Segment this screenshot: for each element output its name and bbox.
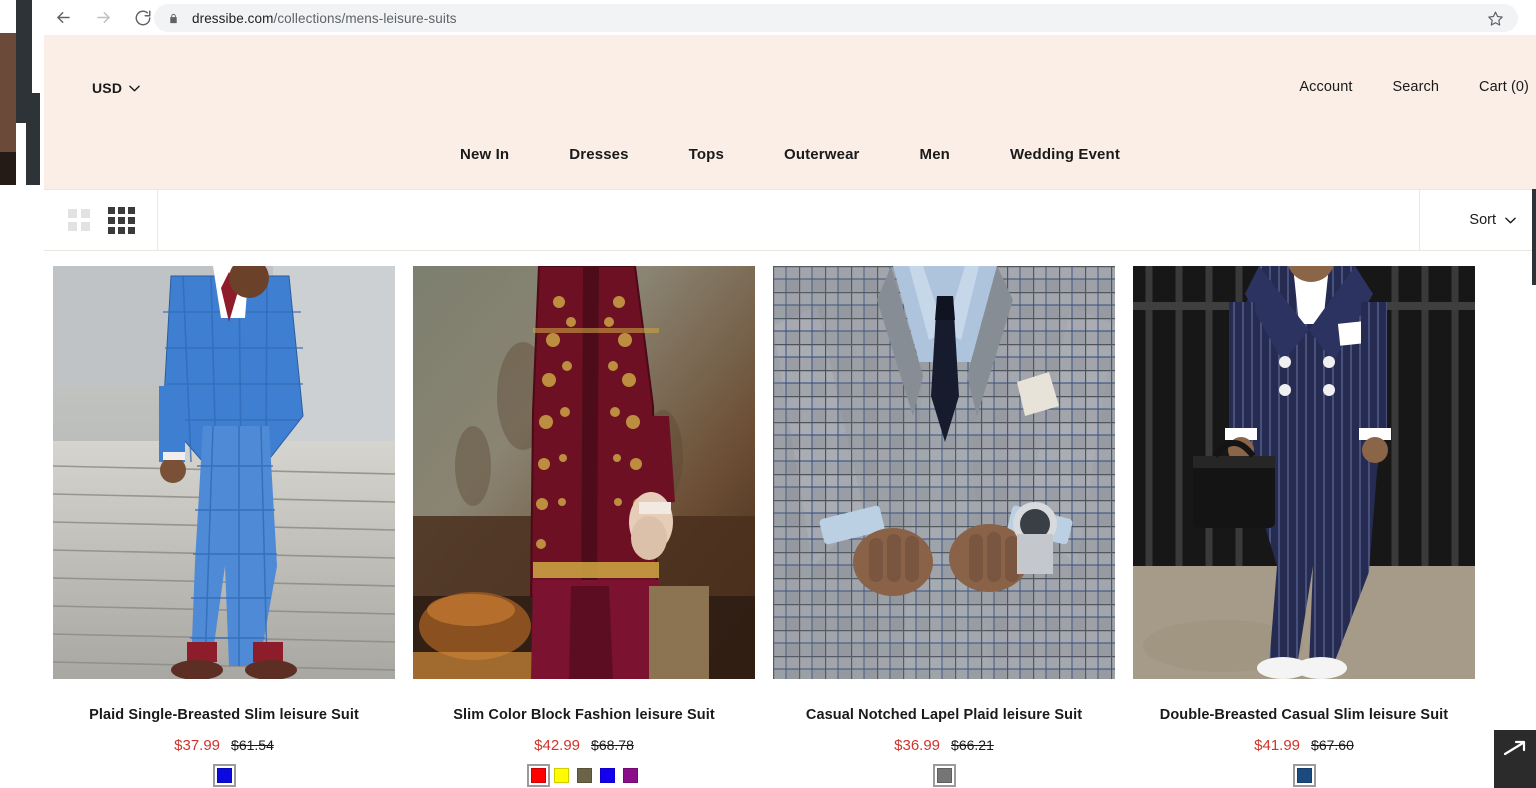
nav-item-dresses[interactable]: Dresses: [539, 146, 658, 163]
forward-button[interactable]: [92, 7, 114, 29]
product-title[interactable]: Double-Breasted Casual Slim leisure Suit: [1160, 707, 1448, 723]
page-scrollbar[interactable]: [1532, 189, 1536, 285]
header-utility-links: Account Search Cart (0): [1299, 79, 1529, 95]
nav-item-men[interactable]: Men: [890, 146, 980, 163]
scroll-to-top-button[interactable]: [1494, 730, 1536, 788]
sale-price: $41.99: [1254, 737, 1301, 754]
compare-price: $61.54: [231, 737, 274, 753]
reload-button[interactable]: [132, 7, 154, 29]
product-image[interactable]: [773, 266, 1115, 679]
artifact-block-b: [16, 93, 40, 123]
nav-item-wedding-event[interactable]: Wedding Event: [980, 146, 1150, 163]
color-swatches: [1292, 764, 1316, 787]
sale-price: $37.99: [174, 737, 221, 754]
product-image[interactable]: [1133, 266, 1475, 679]
url-text: dressibe.com/collections/mens-leisure-su…: [192, 11, 457, 26]
artifact-photo-sliver-dark: [0, 152, 16, 185]
color-swatches: [932, 764, 956, 787]
sort-label: Sort: [1469, 212, 1496, 228]
cart-link[interactable]: Cart (0): [1479, 79, 1529, 95]
sale-price: $42.99: [534, 737, 581, 754]
chevron-down-icon: [1505, 217, 1516, 224]
product-card[interactable]: Casual Notched Lapel Plaid leisure Suit …: [764, 266, 1124, 787]
left-edge-overlay-artifact: [0, 0, 44, 230]
color-swatches: [212, 764, 236, 787]
nav-item-tops[interactable]: Tops: [659, 146, 754, 163]
product-prices: $37.99 $61.54: [174, 737, 274, 754]
artifact-block-a: [16, 0, 32, 93]
product-card[interactable]: Slim Color Block Fashion leisure Suit $4…: [404, 266, 764, 787]
product-title[interactable]: Plaid Single-Breasted Slim leisure Suit: [89, 707, 359, 723]
back-button[interactable]: [52, 7, 74, 29]
color-swatch[interactable]: [932, 764, 956, 787]
bookmark-star-icon[interactable]: [1487, 10, 1504, 27]
url-path: /collections/mens-leisure-suits: [273, 10, 457, 26]
compare-price: $68.78: [591, 737, 634, 753]
color-swatch[interactable]: [622, 768, 638, 783]
main-navigation: New In Dresses Tops Outerwear Men Weddin…: [44, 146, 1536, 163]
account-link[interactable]: Account: [1299, 79, 1352, 95]
grid-2-column-icon[interactable]: [68, 209, 90, 231]
lock-icon: [168, 11, 181, 26]
product-image[interactable]: [53, 266, 395, 679]
browser-chrome: dressibe.com/collections/mens-leisure-su…: [0, 0, 1536, 35]
artifact-block-c: [26, 123, 40, 185]
sale-price: $36.99: [894, 737, 941, 754]
web-page: USD Account Search Cart (0) New In Dress…: [44, 35, 1536, 788]
color-swatch[interactable]: [576, 768, 592, 783]
nav-item-new-in[interactable]: New In: [430, 146, 539, 163]
url-host: dressibe.com: [192, 10, 274, 26]
collection-toolbar: Sort: [44, 189, 1536, 251]
address-bar[interactable]: dressibe.com/collections/mens-leisure-su…: [154, 4, 1518, 32]
compare-price: $67.60: [1311, 737, 1354, 753]
color-swatch[interactable]: [599, 768, 615, 783]
product-image[interactable]: [413, 266, 755, 679]
color-swatch[interactable]: [212, 764, 236, 787]
arrow-up-right-icon: [1503, 739, 1527, 759]
color-swatches: [526, 764, 638, 787]
search-link[interactable]: Search: [1393, 79, 1440, 95]
product-prices: $36.99 $66.21: [894, 737, 994, 754]
view-mode-toggles: [68, 190, 158, 250]
compare-price: $66.21: [951, 737, 994, 753]
currency-label: USD: [92, 80, 123, 96]
product-card[interactable]: Double-Breasted Casual Slim leisure Suit…: [1124, 266, 1484, 787]
product-prices: $42.99 $68.78: [534, 737, 634, 754]
sort-dropdown[interactable]: Sort: [1469, 190, 1516, 250]
site-header: USD Account Search Cart (0) New In Dress…: [44, 35, 1536, 189]
browser-nav-buttons: [52, 7, 154, 29]
product-grid: Plaid Single-Breasted Slim leisure Suit …: [44, 251, 1536, 787]
product-title[interactable]: Casual Notched Lapel Plaid leisure Suit: [806, 707, 1082, 723]
chevron-down-icon: [129, 85, 140, 92]
nav-item-outerwear[interactable]: Outerwear: [754, 146, 890, 163]
toolbar-divider: [1419, 190, 1420, 250]
color-swatch[interactable]: [526, 764, 550, 787]
currency-selector[interactable]: USD: [92, 80, 140, 96]
product-card[interactable]: Plaid Single-Breasted Slim leisure Suit …: [44, 266, 404, 787]
color-swatch[interactable]: [1292, 764, 1316, 787]
color-swatch[interactable]: [553, 768, 569, 783]
product-prices: $41.99 $67.60: [1254, 737, 1354, 754]
product-title[interactable]: Slim Color Block Fashion leisure Suit: [453, 707, 715, 723]
grid-3-column-icon[interactable]: [108, 206, 135, 234]
